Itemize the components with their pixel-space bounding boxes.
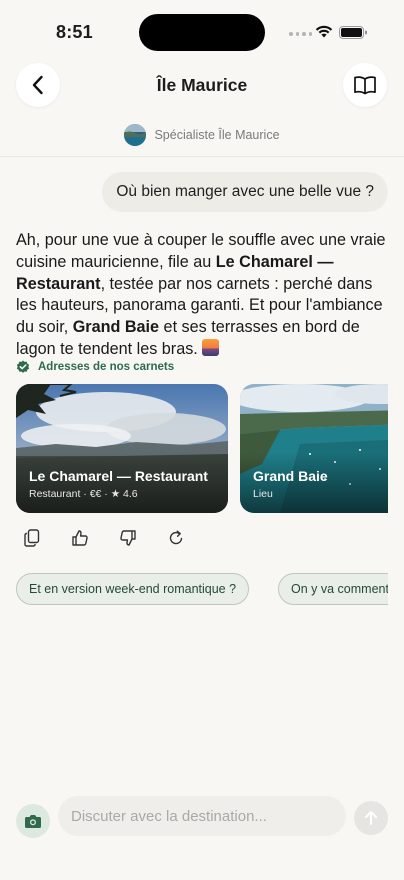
nav-bar: Île Maurice	[0, 62, 404, 108]
battery-icon	[339, 26, 367, 39]
thumbs-down-icon	[120, 530, 136, 546]
open-book-icon	[354, 76, 376, 95]
verified-row: Adresses de nos carnets	[16, 360, 174, 374]
home-indicator	[134, 866, 270, 871]
composer	[0, 796, 404, 840]
assistant-place-link: Grand Baie	[72, 318, 160, 337]
card-title: Le Chamarel — Restaurant	[29, 468, 208, 484]
specialist-label: Spécialiste Île Maurice	[154, 128, 280, 142]
verified-label: Adresses de nos carnets	[38, 361, 175, 373]
place-card-grand-baie[interactable]: Grand Baie Lieu	[240, 384, 388, 513]
camera-icon	[25, 815, 41, 828]
wifi-icon	[315, 25, 333, 38]
status-time: 8:51	[56, 22, 93, 42]
specialist-header: Spécialiste Île Maurice	[0, 124, 404, 146]
camera-button[interactable]	[16, 804, 50, 838]
refresh-icon	[169, 530, 183, 545]
card-subtitle: Restaurant · €€ · ★ 4.6	[29, 488, 138, 500]
card-title: Grand Baie	[253, 468, 328, 484]
suggestion-chips: Et en version week-end romantique ? On y…	[16, 573, 388, 607]
user-message-bubble: Où bien manger avec une belle vue ?	[102, 172, 388, 212]
message-actions	[22, 528, 186, 548]
suggestion-chip[interactable]: On y va comment ?	[278, 573, 388, 605]
status-bar: 8:51	[0, 0, 404, 58]
guide-button[interactable]	[343, 63, 387, 107]
verified-badge-icon	[16, 360, 30, 373]
arrow-up-icon	[365, 811, 377, 825]
copy-button[interactable]	[22, 528, 42, 548]
dislike-button[interactable]	[118, 528, 138, 548]
send-button[interactable]	[354, 801, 388, 835]
thumbs-up-icon	[72, 530, 88, 546]
sunset-emoji-icon	[202, 338, 220, 356]
cellular-signal-icon	[289, 32, 312, 36]
assistant-message: Ah, pour une vue à couper le souffle ave…	[16, 230, 388, 361]
card-subtitle: Lieu	[253, 488, 273, 500]
dynamic-island	[139, 14, 265, 51]
divider	[0, 156, 404, 157]
suggestion-chip[interactable]: Et en version week-end romantique ?	[16, 573, 250, 605]
like-button[interactable]	[70, 528, 90, 548]
chat-input[interactable]	[58, 796, 346, 836]
regenerate-button[interactable]	[166, 528, 186, 548]
place-card-le-chamarel[interactable]: Le Chamarel — Restaurant Restaurant · €€…	[16, 384, 228, 513]
copy-icon	[24, 529, 40, 547]
place-cards-carousel[interactable]: Le Chamarel — Restaurant Restaurant · €€…	[16, 384, 388, 514]
avatar	[124, 124, 147, 146]
